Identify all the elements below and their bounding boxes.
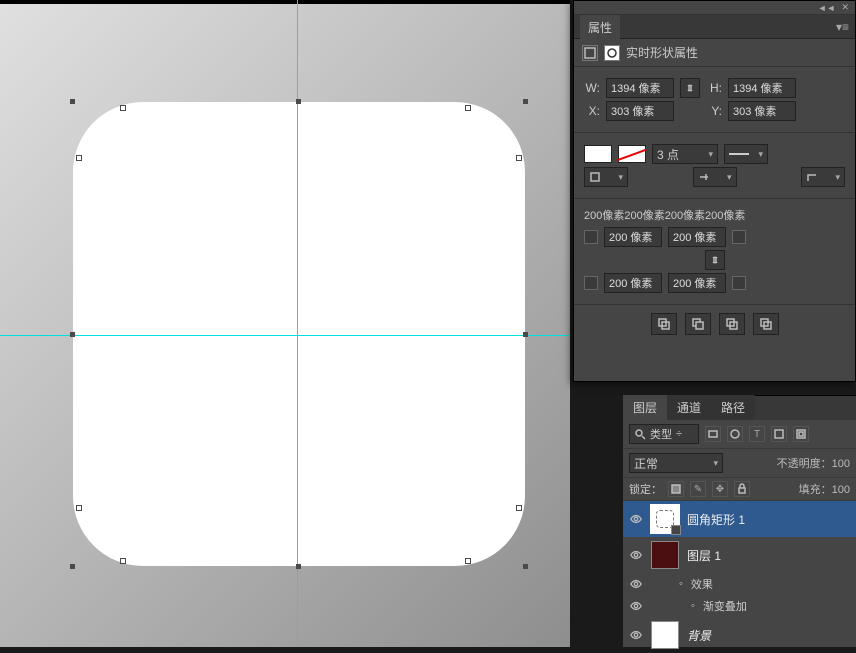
height-field[interactable]: [728, 78, 796, 98]
layer-name[interactable]: 背景: [687, 627, 711, 644]
corner-anchor[interactable]: [465, 558, 471, 564]
stroke-corners-dropdown[interactable]: ▾: [801, 167, 845, 187]
canvas-area[interactable]: [0, 0, 570, 647]
radius-br-field[interactable]: [668, 273, 726, 293]
properties-panel: ◄◄ ✕ 属性 ▾≡ 实时形状属性 W: H: X: Y:: [573, 0, 856, 382]
mask-mode-icon[interactable]: [604, 45, 620, 61]
width-field[interactable]: [606, 78, 674, 98]
visibility-icon[interactable]: [629, 548, 643, 562]
collapse-icon[interactable]: ◄◄: [818, 3, 836, 13]
filter-adjust-icon[interactable]: [727, 426, 743, 442]
shape-mode-icon[interactable]: [582, 45, 598, 61]
lock-pixels-icon[interactable]: [668, 481, 684, 497]
stroke-swatch[interactable]: [618, 145, 646, 163]
close-icon[interactable]: ✕: [841, 2, 849, 13]
height-label: H:: [706, 81, 722, 95]
corner-anchor[interactable]: [76, 155, 82, 161]
app-topbar: [0, 0, 570, 4]
y-label: Y:: [706, 104, 722, 118]
tab-layers[interactable]: 图层: [623, 395, 667, 420]
layer-row-shape[interactable]: 圆角矩形 1: [623, 501, 856, 537]
transform-handle-tc[interactable]: [296, 99, 301, 104]
visibility-icon[interactable]: [629, 628, 643, 642]
stroke-style-dropdown[interactable]: ▾: [724, 144, 768, 164]
radius-tl-field[interactable]: [604, 227, 662, 247]
link-wh-icon[interactable]: [680, 78, 700, 98]
fx-label: 效果: [691, 576, 713, 592]
layer-filter-kind[interactable]: 类型 ÷: [629, 424, 699, 444]
opacity-label: 不透明度：100: [777, 455, 850, 471]
lock-all-icon[interactable]: [734, 481, 750, 497]
layer-fx-item[interactable]: ◦ 渐变叠加: [623, 595, 856, 617]
blend-mode-dropdown[interactable]: 正常▾: [629, 453, 723, 473]
transform-handle-tl[interactable]: [70, 99, 75, 104]
corner-anchor[interactable]: [76, 505, 82, 511]
stroke-caps-dropdown[interactable]: ▾: [693, 167, 737, 187]
path-operations: [574, 305, 855, 343]
layer-thumbnail[interactable]: [651, 621, 679, 649]
lock-paint-icon[interactable]: ✎: [690, 481, 706, 497]
layer-fx-row[interactable]: ◦ 效果: [623, 573, 856, 595]
x-label: X:: [584, 104, 600, 118]
stroke-width-field[interactable]: 3 点▾: [652, 144, 718, 164]
layers-panel: 图层 通道 路径 类型 ÷ T 正常▾ 不透明度：100 锁定： ✎ ✥ 填充：…: [623, 395, 856, 647]
corner-bl-icon[interactable]: [584, 276, 598, 290]
pathop-intersect-icon[interactable]: [719, 313, 745, 335]
visibility-icon[interactable]: [629, 512, 643, 526]
corner-anchor[interactable]: [516, 505, 522, 511]
lock-label: 锁定：: [629, 481, 662, 497]
transform-handle-br[interactable]: [523, 564, 528, 569]
pathop-subtract-icon[interactable]: [685, 313, 711, 335]
fill-opacity-label: 填充：100: [799, 481, 850, 497]
transform-handle-tr[interactable]: [523, 99, 528, 104]
layer-row-1[interactable]: 图层 1: [623, 537, 856, 573]
rounded-rect-shape[interactable]: [73, 102, 525, 566]
radius-tr-field[interactable]: [668, 227, 726, 247]
pathop-combine-icon[interactable]: [651, 313, 677, 335]
filter-shape-icon[interactable]: [771, 426, 787, 442]
radius-bl-field[interactable]: [604, 273, 662, 293]
fx-item-label: 渐变叠加: [703, 598, 747, 614]
filter-type-icon[interactable]: T: [749, 426, 765, 442]
width-label: W:: [584, 81, 600, 95]
visibility-icon[interactable]: [629, 577, 643, 591]
guide-vertical[interactable]: [297, 0, 298, 647]
layer-name[interactable]: 圆角矩形 1: [687, 511, 745, 528]
tab-paths[interactable]: 路径: [711, 395, 755, 420]
layer-name[interactable]: 图层 1: [687, 547, 721, 564]
corner-tl-icon[interactable]: [584, 230, 598, 244]
panel-collapse-strip[interactable]: ◄◄ ✕: [574, 1, 855, 15]
transform-handle-mr[interactable]: [523, 332, 528, 337]
filter-smart-icon[interactable]: [793, 426, 809, 442]
corner-br-icon[interactable]: [732, 276, 746, 290]
pathop-exclude-icon[interactable]: [753, 313, 779, 335]
lock-position-icon[interactable]: ✥: [712, 481, 728, 497]
fill-swatch[interactable]: [584, 145, 612, 163]
section-title: 实时形状属性: [626, 44, 698, 61]
transform-handle-ml[interactable]: [70, 332, 75, 337]
chevron-down-icon: ÷: [676, 428, 682, 440]
layer-row-background[interactable]: 背景: [623, 617, 856, 653]
tab-properties[interactable]: 属性: [580, 15, 620, 40]
guide-horizontal[interactable]: [0, 335, 570, 336]
transform-handle-bl[interactable]: [70, 564, 75, 569]
x-field[interactable]: [606, 101, 674, 121]
transform-handle-bc[interactable]: [296, 564, 301, 569]
visibility-icon[interactable]: [629, 599, 643, 613]
layer-thumbnail[interactable]: [651, 541, 679, 569]
tab-channels[interactable]: 通道: [667, 395, 711, 420]
corner-anchor[interactable]: [465, 105, 471, 111]
shape-badge-icon: [671, 525, 681, 535]
layer-thumbnail[interactable]: [651, 505, 679, 533]
corner-anchor[interactable]: [120, 558, 126, 564]
y-field[interactable]: [728, 101, 796, 121]
corner-tr-icon[interactable]: [732, 230, 746, 244]
corner-anchor[interactable]: [120, 105, 126, 111]
stroke-align-dropdown[interactable]: ▾: [584, 167, 628, 187]
radius-summary: 200像素200像素200像素200像素: [584, 207, 845, 223]
filter-pixel-icon[interactable]: [705, 426, 721, 442]
corner-anchor[interactable]: [516, 155, 522, 161]
panel-menu-icon[interactable]: ▾≡: [836, 20, 849, 34]
link-radii-icon[interactable]: [705, 250, 725, 270]
